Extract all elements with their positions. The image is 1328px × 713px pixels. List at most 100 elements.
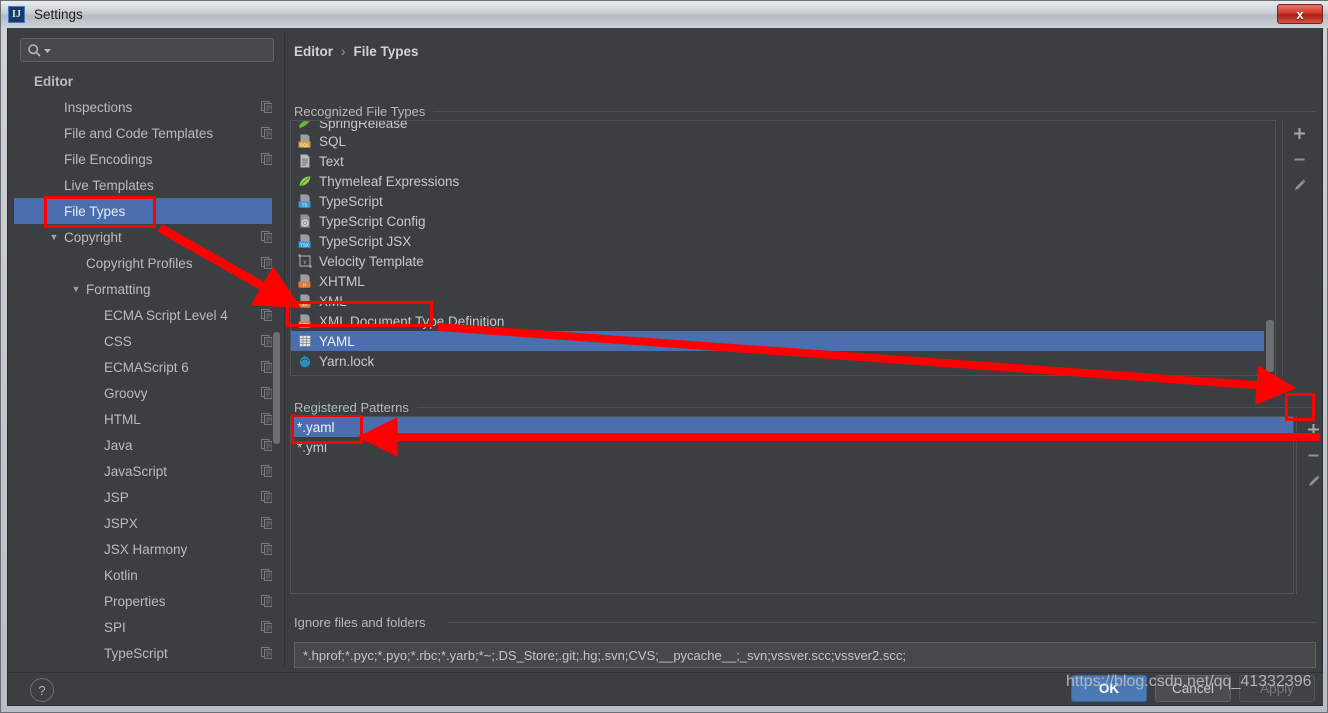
title-bar: IJ Settings x bbox=[1, 1, 1328, 28]
remove-pattern-button[interactable] bbox=[1299, 442, 1328, 468]
pattern-label: *.yaml bbox=[297, 419, 335, 435]
yarn-icon bbox=[295, 354, 315, 368]
file-type-row[interactable]: TS TypeScript bbox=[291, 191, 1275, 211]
sidebar-item-label: ECMAScript 6 bbox=[104, 359, 189, 375]
settings-dialog: Editor Inspections File and Code Templates… bbox=[7, 28, 1323, 706]
sidebar-item-groovy[interactable]: Groovy bbox=[14, 380, 278, 406]
sidebar-item-label: Kotlin bbox=[104, 567, 138, 583]
xml-icon: <> bbox=[295, 294, 315, 308]
thymeleaf-icon bbox=[295, 174, 315, 188]
sidebar-item-label: CSS bbox=[104, 333, 132, 349]
sidebar-item-label: Inspections bbox=[64, 99, 133, 115]
sidebar-item-label: JSX Harmony bbox=[104, 541, 188, 557]
registered-patterns-list[interactable]: *.yaml *.yml bbox=[290, 416, 1294, 594]
ignore-files-label: Ignore files and folders bbox=[294, 615, 434, 630]
sidebar-item-ecmascript-6[interactable]: ECMAScript 6 bbox=[14, 354, 278, 380]
close-icon[interactable]: x bbox=[1277, 4, 1323, 24]
plus-icon bbox=[1293, 127, 1306, 140]
breadcrumb-root[interactable]: Editor bbox=[294, 44, 333, 59]
sidebar-item-label: Groovy bbox=[104, 385, 148, 401]
sidebar-item-label: Editor bbox=[34, 73, 73, 89]
sidebar-item-jsp[interactable]: JSP bbox=[14, 484, 278, 510]
file-types-scrollbar-thumb[interactable] bbox=[1266, 320, 1274, 372]
pattern-row[interactable]: *.yaml bbox=[291, 417, 1293, 437]
sidebar-item-label: HTML bbox=[104, 411, 141, 427]
file-type-row[interactable]: Thymeleaf Expressions bbox=[291, 171, 1275, 191]
spring-icon bbox=[295, 121, 315, 131]
sidebar-item-formatting[interactable]: ▼ Formatting bbox=[14, 276, 278, 302]
sidebar-item-java[interactable]: Java bbox=[14, 432, 278, 458]
sidebar-item-label: Formatting bbox=[86, 281, 151, 297]
sidebar-item-editor[interactable]: Editor bbox=[14, 68, 278, 94]
sidebar-item-live-templates[interactable]: Live Templates bbox=[14, 172, 278, 198]
file-type-label: SpringRelease bbox=[319, 121, 408, 131]
remove-file-type-button[interactable] bbox=[1285, 146, 1315, 172]
file-type-row[interactable]: H XHTML bbox=[291, 271, 1275, 291]
sidebar-item-css[interactable]: CSS bbox=[14, 328, 278, 354]
chevron-down-icon[interactable]: ▼ bbox=[70, 284, 82, 294]
svg-text:TS: TS bbox=[302, 202, 308, 207]
help-button[interactable]: ? bbox=[30, 678, 54, 702]
add-file-type-button[interactable] bbox=[1285, 120, 1315, 146]
xhtml-icon: H bbox=[295, 274, 315, 288]
ignore-files-input[interactable]: *.hprof;*.pyc;*.pyo;*.rbc;*.yarb;*~;.DS_… bbox=[294, 642, 1316, 668]
file-type-row[interactable]: Yarn.lock bbox=[291, 351, 1275, 371]
sidebar-item-html[interactable]: HTML bbox=[14, 406, 278, 432]
sidebar-item-label: File Encodings bbox=[64, 151, 153, 167]
add-pattern-button[interactable] bbox=[1299, 416, 1328, 442]
sidebar-item-inspections[interactable]: Inspections bbox=[14, 94, 278, 120]
sidebar-item-properties[interactable]: Properties bbox=[14, 588, 278, 614]
file-type-label: XHTML bbox=[319, 273, 365, 289]
sidebar-item-copyright[interactable]: ▼ Copyright bbox=[14, 224, 278, 250]
registered-patterns-toolbar bbox=[1296, 416, 1328, 594]
plus-icon bbox=[1307, 423, 1320, 436]
edit-file-type-button[interactable] bbox=[1285, 172, 1315, 198]
file-type-row[interactable]: Text bbox=[291, 151, 1275, 171]
edit-pattern-button[interactable] bbox=[1299, 468, 1328, 494]
settings-window: IJ Settings x Editor Inspections File and … bbox=[0, 0, 1328, 713]
file-type-row[interactable]: SpringRelease bbox=[291, 121, 1275, 131]
velocity-icon: v bbox=[295, 254, 315, 268]
tsconfig-icon bbox=[295, 214, 315, 228]
file-type-row[interactable]: v Velocity Template bbox=[291, 251, 1275, 271]
recognized-file-types-label: Recognized File Types bbox=[294, 104, 434, 119]
chevron-down-icon[interactable] bbox=[43, 46, 52, 55]
sidebar-item-file-and-code-templates[interactable]: File and Code Templates bbox=[14, 120, 278, 146]
svg-text:H: H bbox=[303, 282, 306, 287]
sidebar-item-label: File and Code Templates bbox=[64, 125, 214, 141]
file-type-row[interactable]: DTD XML Document Type Definition bbox=[291, 311, 1275, 331]
sidebar-scrollbar[interactable] bbox=[272, 64, 281, 662]
sidebar-item-label: JavaScript bbox=[104, 463, 168, 479]
sidebar-item-typescript[interactable]: TypeScript bbox=[14, 640, 278, 666]
file-type-row[interactable]: YAML bbox=[291, 331, 1275, 351]
sidebar-item-file-encodings[interactable]: File Encodings bbox=[14, 146, 278, 172]
sidebar-item-ecma-script-level-4[interactable]: ECMA Script Level 4 bbox=[14, 302, 278, 328]
pencil-icon bbox=[1293, 178, 1307, 192]
sidebar-item-spi[interactable]: SPI bbox=[14, 614, 278, 640]
chevron-down-icon[interactable]: ▼ bbox=[48, 232, 60, 242]
sidebar-item-jsx-harmony[interactable]: JSX Harmony bbox=[14, 536, 278, 562]
sidebar-item-file-types[interactable]: File Types bbox=[14, 198, 278, 224]
sidebar-scrollbar-thumb[interactable] bbox=[273, 332, 280, 444]
file-types-scrollbar[interactable] bbox=[1264, 121, 1275, 375]
search-icon bbox=[27, 43, 42, 58]
file-type-row[interactable]: TSX TypeScript JSX bbox=[291, 231, 1275, 251]
sidebar-item-javascript[interactable]: JavaScript bbox=[14, 458, 278, 484]
search-input[interactable] bbox=[20, 38, 274, 62]
sidebar-item-copyright-profiles[interactable]: Copyright Profiles bbox=[14, 250, 278, 276]
file-type-label: SQL bbox=[319, 133, 347, 149]
sidebar-item-label: File Types bbox=[64, 203, 126, 219]
pattern-row[interactable]: *.yml bbox=[291, 437, 1293, 457]
pencil-icon bbox=[1307, 474, 1321, 488]
yaml-icon bbox=[295, 334, 315, 348]
sidebar-item-kotlin[interactable]: Kotlin bbox=[14, 562, 278, 588]
file-type-row[interactable]: <> XML bbox=[291, 291, 1275, 311]
sidebar-item-label: SPI bbox=[104, 619, 126, 635]
file-type-label: Yarn.lock bbox=[319, 353, 375, 369]
file-type-row[interactable]: TypeScript Config bbox=[291, 211, 1275, 231]
file-type-label: Thymeleaf Expressions bbox=[319, 173, 460, 189]
file-type-row[interactable]: SQL SQL bbox=[291, 131, 1275, 151]
settings-tree[interactable]: Editor Inspections File and Code Templates… bbox=[14, 68, 278, 666]
recognized-file-types-list[interactable]: SpringRelease SQL SQL Text Thymeleaf Express… bbox=[290, 120, 1276, 376]
sidebar-item-jspx[interactable]: JSPX bbox=[14, 510, 278, 536]
